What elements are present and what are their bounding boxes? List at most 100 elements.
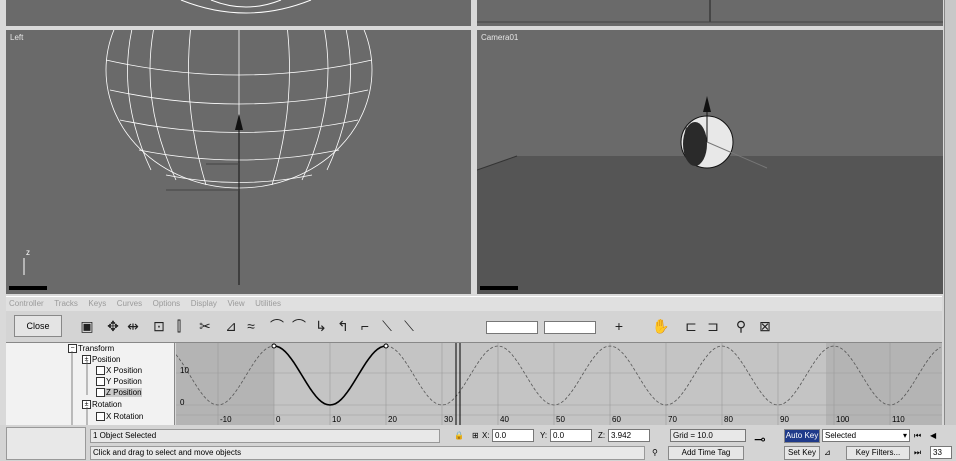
tree-item-y-position[interactable]: Y Position — [96, 377, 142, 387]
maxscript-listener-mini[interactable] — [6, 427, 86, 460]
set-key-button[interactable]: Set Key — [784, 446, 820, 460]
time-tag-icon: ⚲ — [652, 448, 658, 457]
out-of-range-right — [826, 343, 942, 425]
dropdown-arrow-icon: ▾ — [902, 431, 907, 440]
tangent-linear-icon[interactable]: ⟍ — [378, 317, 396, 335]
track-view-icon[interactable]: ▣ — [78, 317, 96, 335]
set-key-icon[interactable]: ⊿ — [824, 446, 831, 459]
close-button[interactable]: Close — [14, 315, 62, 337]
zoom-icon[interactable]: ⊐ — [704, 317, 722, 335]
x-axis-label: 110 — [892, 415, 905, 424]
scale-keys-icon[interactable]: ⊡ — [150, 317, 168, 335]
y-coord-label: Y: — [540, 431, 548, 440]
y-label-0: 0 — [180, 398, 185, 407]
key-icon[interactable]: ⊸ — [754, 432, 766, 446]
z-coord-field[interactable]: 3.942 — [608, 429, 650, 442]
expand-icon[interactable]: − — [68, 344, 77, 354]
tree-label-rotation: Rotation — [92, 400, 122, 409]
key-mode-toggle-icon[interactable]: ⏭ — [914, 446, 921, 459]
tree-item-x-rotation[interactable]: X Rotation — [96, 412, 144, 422]
tree-item-transform[interactable]: − Transform — [68, 344, 114, 354]
top-viewport-strip-right[interactable] — [477, 0, 943, 26]
menu-keys[interactable]: Keys — [88, 299, 106, 308]
zoom-region-icon[interactable]: ⚲ — [732, 317, 750, 335]
out-of-range-left — [176, 343, 274, 425]
x-axis-label: 90 — [780, 415, 789, 424]
status-bar: 1 Object Selected Click and drag to sele… — [0, 425, 956, 461]
tangent-custom-icon[interactable]: ⌒ — [290, 317, 308, 335]
top-viewport-lines — [477, 0, 943, 23]
reduce-keys-icon[interactable]: ≈ — [242, 317, 260, 335]
menu-tracks[interactable]: Tracks — [54, 299, 78, 308]
track-view-menu-bar: Controller Tracks Keys Curves Options Di… — [6, 296, 942, 312]
function-curve-graph[interactable]: -10 0 10 20 30 40 50 60 70 80 90 100 110 10 0 — [176, 343, 942, 425]
key-mode-select[interactable]: Selected ▾ — [822, 429, 910, 442]
menu-curves[interactable]: Curves — [117, 299, 142, 308]
tangent-fast-icon[interactable]: ↳ — [312, 317, 330, 335]
scale-values-icon[interactable]: ⫿ — [170, 317, 188, 335]
y-coord-field[interactable]: 0.0 — [550, 429, 592, 442]
current-frame-field[interactable]: 33 — [930, 446, 952, 459]
add-keys-icon[interactable]: ✂ — [196, 317, 214, 335]
tree-label-position: Position — [92, 355, 121, 364]
lock-icon[interactable]: 🔒 — [454, 429, 464, 442]
key-point-end — [383, 343, 389, 349]
absolute-mode-icon[interactable]: ⊞ — [472, 429, 479, 442]
draw-curves-icon[interactable]: ⊿ — [222, 317, 240, 335]
tangent-smooth-icon[interactable]: ⟍ — [400, 317, 418, 335]
value-field[interactable] — [544, 321, 596, 334]
tangent-step-icon[interactable]: ⌐ — [356, 317, 374, 335]
key-mode-value: Selected — [825, 431, 857, 440]
tree-item-x-position[interactable]: X Position — [96, 366, 142, 376]
grid-readout: Grid = 10.0 — [670, 429, 746, 442]
track-icon — [96, 388, 105, 398]
slide-keys-icon[interactable]: ⇹ — [124, 317, 142, 335]
zoom-selected-icon[interactable]: ⊠ — [756, 317, 774, 335]
x-axis-label: 20 — [388, 415, 397, 424]
zoom-horizontal-icon[interactable]: ⊏ — [682, 317, 700, 335]
add-time-tag-button[interactable]: Add Time Tag — [668, 446, 744, 460]
top-viewport-strip-left[interactable] — [6, 0, 471, 26]
tangent-auto-icon[interactable]: ⌒ — [268, 317, 286, 335]
axis-z-label: z — [26, 248, 30, 257]
x-axis-label: 60 — [612, 415, 621, 424]
controller-tree: − Transform ± Position X Position Y Positi… — [6, 343, 175, 425]
tree-label-x-rotation: X Rotation — [106, 412, 144, 421]
lock-selection-icon[interactable]: + — [610, 317, 628, 335]
menu-display[interactable]: Display — [191, 299, 217, 308]
menu-controller[interactable]: Controller — [9, 299, 44, 308]
move-keys-icon[interactable]: ✥ — [104, 317, 122, 335]
menu-options[interactable]: Options — [153, 299, 181, 308]
sphere-wireframe-top — [180, 0, 312, 14]
tree-item-z-position[interactable]: Z Position — [96, 388, 142, 398]
x-axis-label: 40 — [500, 415, 509, 424]
x-coord-label: X: — [482, 431, 490, 440]
previous-frame-icon[interactable]: ◀ — [930, 429, 936, 442]
camera-viewport[interactable]: Camera01 — [477, 30, 943, 294]
x-axis-label: 70 — [668, 415, 677, 424]
lock-selection-label: + — [614, 318, 624, 334]
go-to-start-icon[interactable]: ⏮ — [914, 429, 921, 442]
tree-item-position[interactable]: ± Position — [82, 355, 121, 365]
frame-field[interactable] — [486, 321, 538, 334]
key-filters-button[interactable]: Key Filters... — [846, 446, 910, 460]
x-axis-label: 80 — [724, 415, 733, 424]
menu-utilities[interactable]: Utilities — [255, 299, 281, 308]
x-axis-label: 50 — [556, 415, 565, 424]
left-viewport-scene — [9, 30, 373, 290]
auto-key-button[interactable]: Auto Key — [784, 429, 820, 443]
menu-view[interactable]: View — [227, 299, 244, 308]
close-button-label: Close — [26, 321, 50, 331]
tree-label-y-position: Y Position — [106, 377, 142, 386]
x-axis-label: 100 — [836, 415, 850, 424]
x-coord-field[interactable]: 0.0 — [492, 429, 534, 442]
curve-canvas[interactable]: -10 0 10 20 30 40 50 60 70 80 90 100 110 10 0 — [176, 343, 942, 425]
tree-item-rotation[interactable]: ± Rotation — [82, 400, 122, 410]
rotation-icon[interactable]: ± — [82, 400, 91, 410]
selection-status: 1 Object Selected — [90, 429, 440, 443]
pan-icon[interactable]: ✋ — [652, 317, 670, 335]
left-viewport[interactable]: Left z — [6, 30, 471, 294]
tangent-slow-icon[interactable]: ↰ — [334, 317, 352, 335]
key-point-start — [271, 343, 277, 349]
position-icon[interactable]: ± — [82, 355, 91, 365]
